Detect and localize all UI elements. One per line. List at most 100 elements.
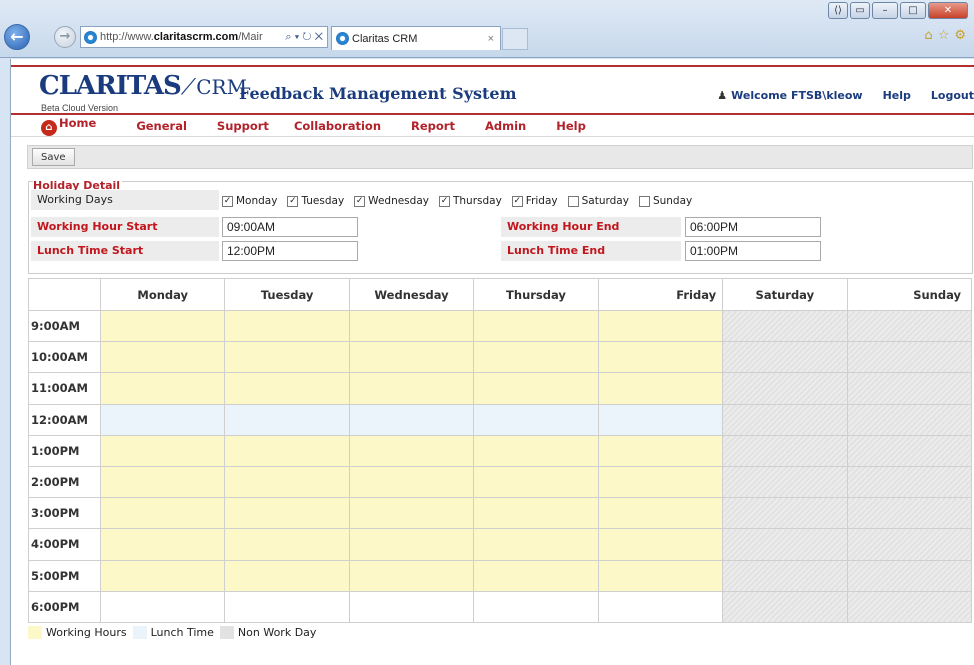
home-page-icon[interactable]: ⌂ [924, 28, 932, 43]
new-tab-button[interactable] [502, 28, 528, 50]
schedule-cell[interactable] [348, 341, 475, 374]
schedule-cell[interactable] [597, 559, 724, 592]
schedule-cell[interactable] [597, 590, 724, 623]
tab-close-icon[interactable]: × [488, 33, 494, 45]
schedule-cell[interactable] [473, 341, 599, 374]
working-hour-start-input[interactable]: 09:00AM [222, 217, 358, 237]
menu-report[interactable]: Report [411, 119, 455, 133]
checkbox-icon[interactable]: ✓ [511, 195, 523, 207]
schedule-cell[interactable] [99, 434, 226, 467]
schedule-cell[interactable] [224, 590, 350, 623]
schedule-cell[interactable] [473, 497, 599, 530]
checkbox-icon[interactable] [638, 195, 650, 207]
schedule-cell[interactable] [224, 341, 350, 374]
help-link[interactable]: Help [883, 89, 911, 102]
schedule-cell[interactable] [473, 309, 599, 343]
schedule-cell[interactable] [224, 372, 350, 405]
working-hour-end-input[interactable]: 06:00PM [685, 217, 821, 237]
save-button[interactable]: Save [32, 148, 75, 166]
schedule-cell[interactable] [722, 341, 848, 374]
checkbox-icon[interactable]: ✓ [222, 195, 233, 207]
checkbox-icon[interactable]: ✓ [287, 195, 299, 207]
schedule-cell[interactable] [99, 559, 226, 592]
menu-support[interactable]: Support [217, 119, 269, 133]
schedule-cell[interactable] [473, 559, 599, 592]
schedule-cell[interactable] [99, 309, 226, 343]
lunch-time-end-input[interactable]: 01:00PM [685, 241, 821, 261]
schedule-cell[interactable] [348, 434, 475, 467]
tile-icon[interactable]: ⟨⟩ [828, 2, 848, 19]
schedule-cell[interactable] [348, 372, 475, 405]
day-checkbox-friday[interactable]: ✓ Friday [511, 195, 558, 207]
close-button[interactable]: ✕ [928, 2, 968, 19]
schedule-cell[interactable] [846, 341, 973, 374]
schedule-cell[interactable] [722, 528, 848, 561]
schedule-cell[interactable] [224, 309, 350, 343]
schedule-cell[interactable] [846, 403, 973, 436]
schedule-cell[interactable] [473, 465, 599, 499]
schedule-cell[interactable] [846, 309, 973, 343]
settings-gear-icon[interactable]: ⚙ [954, 28, 966, 43]
menu-admin[interactable]: Admin [485, 119, 526, 133]
schedule-cell[interactable] [348, 559, 475, 592]
search-refresh-icons[interactable]: ⌕ ▾ ↻ ✕ [281, 31, 327, 44]
schedule-cell[interactable] [722, 372, 848, 405]
day-checkbox-sunday[interactable]: Sunday [638, 195, 692, 207]
schedule-cell[interactable] [473, 590, 599, 623]
schedule-cell[interactable] [99, 372, 226, 405]
schedule-cell[interactable] [348, 590, 475, 623]
minimize-button[interactable]: – [872, 2, 898, 19]
menu-collaboration[interactable]: Collaboration [294, 119, 381, 133]
browser-tab[interactable]: Claritas CRM × [331, 26, 501, 50]
schedule-cell[interactable] [99, 497, 226, 530]
schedule-cell[interactable] [473, 403, 599, 436]
address-bar[interactable]: http://www. claritascrm.com /Mair ⌕ ▾ ↻ … [80, 26, 328, 48]
schedule-cell[interactable] [224, 403, 350, 436]
schedule-cell[interactable] [99, 341, 226, 374]
schedule-cell[interactable] [473, 434, 599, 467]
schedule-cell[interactable] [722, 403, 848, 436]
schedule-cell[interactable] [597, 403, 724, 436]
schedule-cell[interactable] [224, 559, 350, 592]
schedule-cell[interactable] [99, 590, 226, 623]
schedule-cell[interactable] [348, 403, 475, 436]
schedule-cell[interactable] [224, 465, 350, 499]
logout-link[interactable]: Logout [931, 89, 974, 102]
schedule-cell[interactable] [99, 528, 226, 561]
checkbox-icon[interactable]: ✓ [438, 195, 450, 207]
schedule-cell[interactable] [597, 465, 724, 499]
schedule-cell[interactable] [722, 590, 848, 623]
day-checkbox-thursday[interactable]: ✓ Thursday [438, 195, 502, 207]
forward-button[interactable]: → [54, 26, 76, 48]
checkbox-icon[interactable]: ✓ [354, 195, 366, 207]
checkbox-icon[interactable] [567, 195, 579, 207]
back-button[interactable]: ← [4, 24, 30, 50]
day-checkbox-saturday[interactable]: Saturday [567, 195, 629, 207]
day-checkbox-monday[interactable]: ✓ Monday [222, 195, 277, 207]
schedule-cell[interactable] [224, 497, 350, 530]
schedule-cell[interactable] [473, 528, 599, 561]
menu-general[interactable]: General [136, 119, 187, 133]
schedule-cell[interactable] [722, 309, 848, 343]
schedule-cell[interactable] [348, 309, 475, 343]
schedule-cell[interactable] [473, 372, 599, 405]
schedule-cell[interactable] [597, 434, 724, 467]
schedule-cell[interactable] [846, 372, 973, 405]
schedule-cell[interactable] [722, 559, 848, 592]
schedule-cell[interactable] [348, 465, 475, 499]
schedule-cell[interactable] [722, 434, 848, 467]
day-checkbox-tuesday[interactable]: ✓ Tuesday [287, 195, 344, 207]
schedule-cell[interactable] [224, 434, 350, 467]
schedule-cell[interactable] [722, 497, 848, 530]
schedule-cell[interactable] [597, 309, 724, 343]
schedule-cell[interactable] [597, 528, 724, 561]
menu-home[interactable]: ⌂ Home [41, 116, 96, 136]
schedule-cell[interactable] [846, 497, 973, 530]
schedule-cell[interactable] [597, 341, 724, 374]
schedule-cell[interactable] [99, 465, 226, 499]
schedule-cell[interactable] [722, 465, 848, 499]
lunch-time-start-input[interactable]: 12:00PM [222, 241, 358, 261]
schedule-cell[interactable] [597, 497, 724, 530]
schedule-cell[interactable] [846, 559, 973, 592]
schedule-cell[interactable] [846, 528, 973, 561]
